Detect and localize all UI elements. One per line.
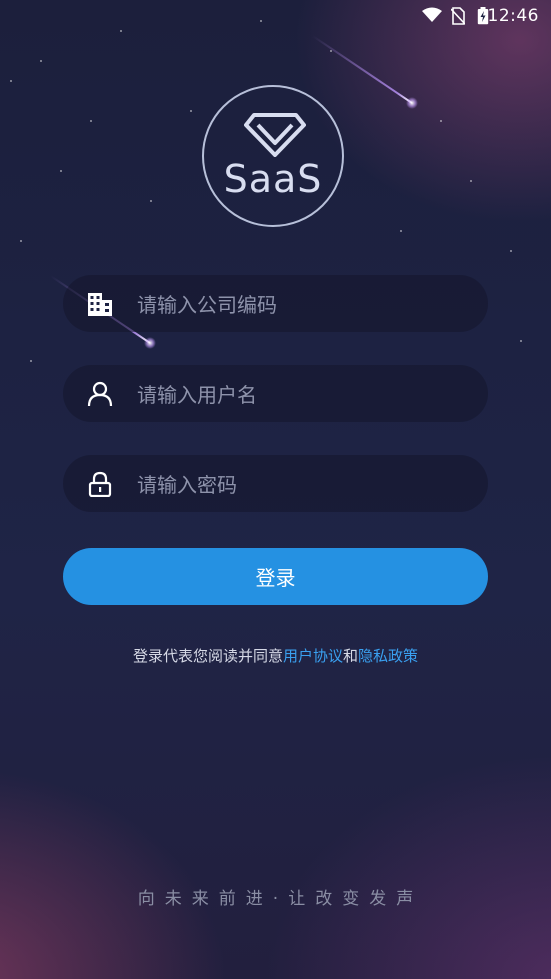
agreement-and: 和	[343, 647, 359, 665]
user-icon	[87, 381, 113, 411]
lock-icon	[87, 471, 113, 501]
building-icon	[87, 291, 113, 321]
user-agreement-link[interactable]: 用户协议	[283, 647, 343, 665]
password-field[interactable]	[63, 455, 488, 514]
username-input[interactable]	[135, 365, 469, 424]
wifi-icon	[422, 7, 442, 27]
password-input[interactable]	[135, 455, 469, 514]
agreement-text: 登录代表您阅读并同意用户协议和隐私政策	[0, 645, 551, 666]
status-time: 12:46	[487, 6, 539, 26]
logo-text: SaaS	[223, 157, 323, 201]
meteor-streak	[311, 35, 413, 104]
login-button[interactable]: 登录	[63, 548, 488, 605]
status-bar: 12:46	[0, 0, 551, 32]
company-code-input[interactable]	[135, 275, 469, 334]
no-sim-icon	[450, 7, 466, 29]
username-field[interactable]	[63, 365, 488, 424]
diamond-icon	[244, 113, 306, 161]
agreement-prefix: 登录代表您阅读并同意	[132, 647, 283, 665]
slogan: 向未来前进·让改变发声	[137, 889, 424, 909]
company-code-field[interactable]	[63, 275, 488, 334]
privacy-policy-link[interactable]: 隐私政策	[358, 647, 418, 665]
saas-logo: SaaS	[202, 85, 344, 227]
